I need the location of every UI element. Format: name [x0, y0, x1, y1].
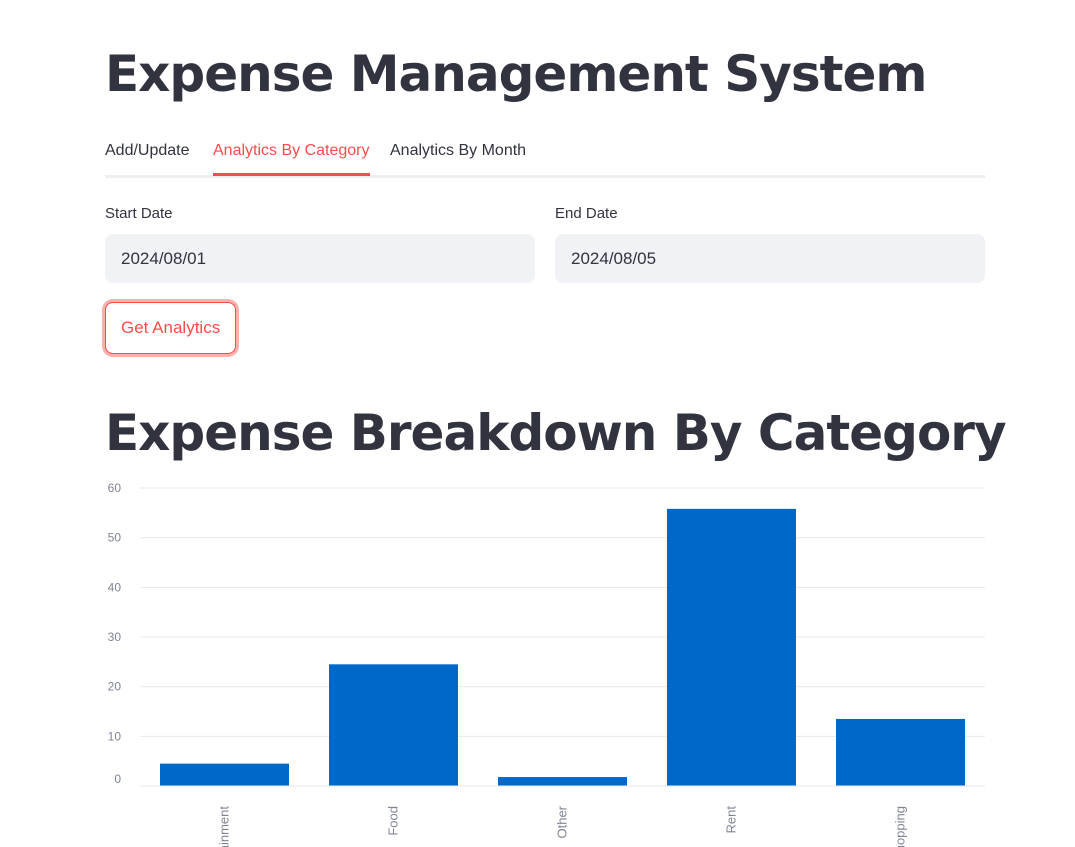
tab-analytics-by-category[interactable]: Analytics By Category — [213, 142, 370, 176]
bar-entertainment[interactable] — [160, 763, 289, 786]
x-tick-label: Other — [555, 805, 570, 838]
tab-add-update[interactable]: Add/Update — [105, 142, 190, 173]
x-tick-label: Entertainment — [217, 806, 232, 847]
bar-food[interactable] — [329, 664, 458, 786]
end-date-label: End Date — [555, 205, 618, 222]
y-tick-label: 0 — [114, 772, 121, 786]
x-tick-label: Food — [386, 806, 401, 836]
y-tick-label: 10 — [108, 729, 122, 743]
y-tick-label: 20 — [108, 680, 122, 694]
bar-other[interactable] — [498, 777, 627, 786]
section-title: Expense Breakdown By Category — [105, 404, 1007, 462]
y-tick-label: 60 — [108, 481, 122, 495]
x-tick-label: Rent — [724, 806, 739, 834]
y-tick-label: 40 — [108, 580, 122, 594]
x-tick-label: Shopping — [893, 806, 908, 847]
start-date-label: Start Date — [105, 205, 173, 222]
y-tick-label: 50 — [108, 531, 122, 545]
bar-rent[interactable] — [667, 508, 796, 786]
expense-bar-chart: 0 10 20 30 40 50 60 Entertainment Food Other Rent S… — [108, 481, 985, 847]
tab-bar: Add/Update Analytics By Category Analyti… — [105, 138, 985, 178]
bar-shopping[interactable] — [836, 718, 965, 786]
y-tick-label: 30 — [108, 630, 122, 644]
get-analytics-button[interactable]: Get Analytics — [105, 302, 237, 354]
end-date-input[interactable] — [555, 234, 985, 283]
tab-analytics-by-month[interactable]: Analytics By Month — [390, 142, 526, 173]
start-date-input[interactable] — [105, 234, 535, 283]
page-title: Expense Management System — [105, 45, 928, 103]
